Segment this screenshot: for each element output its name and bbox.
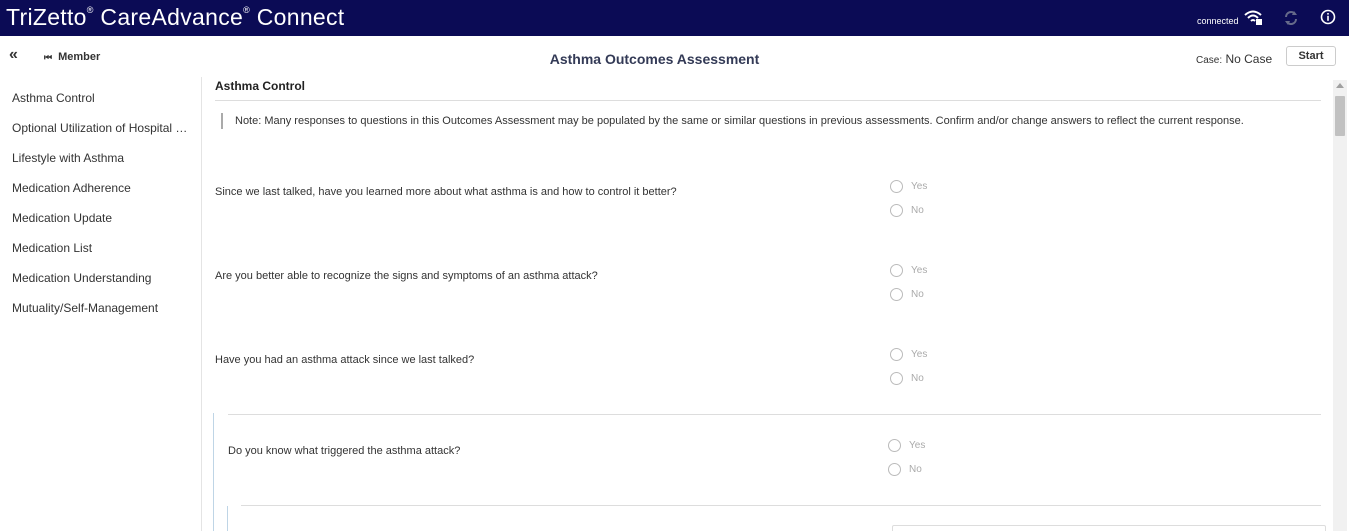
- brand-name-2: CareAdvance: [100, 4, 244, 30]
- question-text: Since we last talked, have you learned m…: [215, 186, 677, 198]
- sidebar-item-medication-adherence[interactable]: Medication Adherence: [12, 181, 190, 195]
- answer-field[interactable]: [892, 525, 1326, 531]
- divider: [228, 414, 1321, 415]
- section-sidebar: Asthma Control Optional Utilization of H…: [0, 77, 202, 531]
- vertical-scrollbar[interactable]: [1333, 80, 1347, 531]
- page-toolbar: « ⏮ Member Asthma Outcomes Assessment Cas…: [0, 36, 1349, 77]
- radio-no[interactable]: No: [888, 463, 922, 476]
- nested-indicator: [213, 413, 214, 531]
- sidebar-item-asthma-control[interactable]: Asthma Control: [12, 91, 190, 105]
- nested-indicator: [227, 506, 228, 531]
- sidebar-item-medication-understanding[interactable]: Medication Understanding: [12, 271, 190, 285]
- radio-yes[interactable]: Yes: [888, 439, 925, 452]
- radio-button[interactable]: [890, 204, 903, 217]
- radio-yes[interactable]: Yes: [890, 348, 927, 361]
- sync-icon[interactable]: [1283, 9, 1299, 32]
- radio-no[interactable]: No: [890, 204, 924, 217]
- sidebar-item-lifestyle[interactable]: Lifestyle with Asthma: [12, 151, 190, 165]
- radio-yes[interactable]: Yes: [890, 180, 927, 193]
- option-label: Yes: [911, 265, 928, 276]
- connection-status: connected: [1197, 16, 1239, 26]
- brand-name-3: Connect: [256, 4, 345, 30]
- start-button[interactable]: Start: [1286, 46, 1336, 66]
- case-value: No Case: [1225, 52, 1273, 66]
- radio-no[interactable]: No: [890, 372, 924, 385]
- scroll-thumb[interactable]: [1335, 96, 1345, 136]
- wifi-icon: [1244, 9, 1262, 30]
- page-title: Asthma Outcomes Assessment: [549, 51, 760, 67]
- scroll-up-icon[interactable]: [1336, 83, 1344, 88]
- option-label: No: [911, 205, 924, 216]
- section-title: Asthma Control: [215, 79, 305, 93]
- radio-yes[interactable]: Yes: [890, 264, 927, 277]
- app-logo: TriZetto® CareAdvance® Connect: [6, 4, 345, 31]
- option-label: No: [909, 464, 922, 475]
- question-text: Are you better able to recognize the sig…: [215, 270, 598, 282]
- option-label: No: [911, 373, 924, 384]
- divider: [215, 100, 1321, 101]
- radio-button[interactable]: [890, 180, 903, 193]
- option-label: Yes: [911, 349, 928, 360]
- case-label: Case:: [1196, 55, 1223, 66]
- option-label: Yes: [911, 181, 928, 192]
- assessment-content: Asthma Control Note: Many responses to q…: [202, 77, 1331, 531]
- brand-name-1: TriZetto: [6, 4, 87, 30]
- radio-button[interactable]: [890, 288, 903, 301]
- sidebar-item-medication-list[interactable]: Medication List: [12, 241, 190, 255]
- sidebar-item-optional-utilization[interactable]: Optional Utilization of Hospital Service…: [12, 121, 190, 135]
- sidebar-item-medication-update[interactable]: Medication Update: [12, 211, 190, 225]
- radio-button[interactable]: [890, 372, 903, 385]
- question-text: Do you know what triggered the asthma at…: [228, 445, 461, 457]
- info-icon[interactable]: [1320, 9, 1336, 30]
- radio-button[interactable]: [888, 439, 901, 452]
- divider: [241, 505, 1321, 506]
- registered-mark: ®: [243, 5, 251, 16]
- radio-button[interactable]: [890, 348, 903, 361]
- registered-mark: ®: [86, 5, 94, 16]
- app-header: TriZetto® CareAdvance® Connect connected: [0, 0, 1349, 36]
- option-label: Yes: [909, 440, 926, 451]
- option-label: No: [911, 289, 924, 300]
- note-text: Note: Many responses to questions in thi…: [221, 113, 1303, 129]
- sidebar-item-mutuality[interactable]: Mutuality/Self-Management: [12, 301, 190, 315]
- question-text: Have you had an asthma attack since we l…: [215, 354, 475, 366]
- radio-button[interactable]: [888, 463, 901, 476]
- radio-button[interactable]: [890, 264, 903, 277]
- case-indicator: Case: No Case: [1196, 52, 1272, 66]
- radio-no[interactable]: No: [890, 288, 924, 301]
